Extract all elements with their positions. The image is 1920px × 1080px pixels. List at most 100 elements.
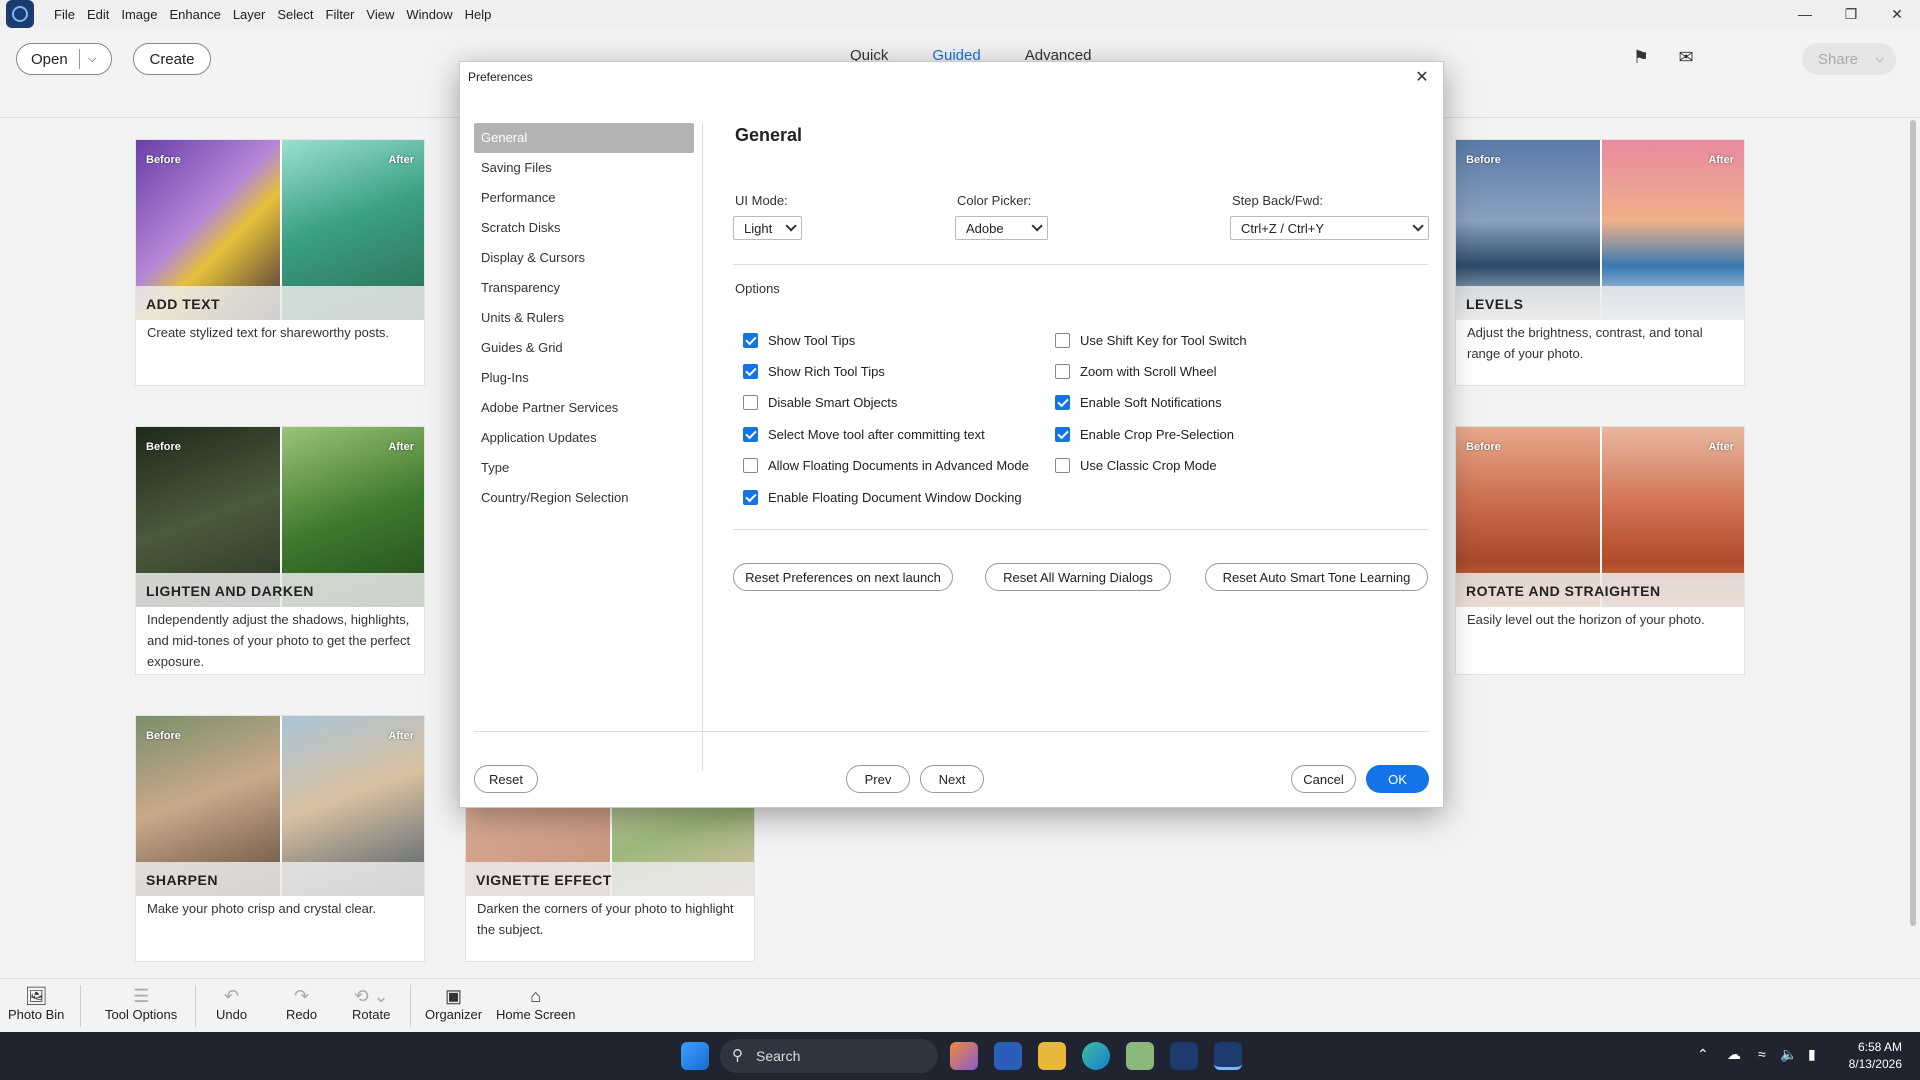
mail-icon[interactable]: ✉ [1675,47,1697,67]
sidebar-item-adobe-partner-services[interactable]: Adobe Partner Services [474,393,694,423]
checkbox[interactable] [743,490,758,505]
checkbox[interactable] [1055,364,1070,379]
menu-enhance[interactable]: Enhance [164,7,227,22]
checkbox[interactable] [1055,427,1070,442]
chevron-down-icon[interactable]: ⌵ [80,53,96,66]
checkbox[interactable] [1055,395,1070,410]
create-button[interactable]: Create [133,43,211,75]
share-button[interactable]: Share ⌵ [1802,43,1896,75]
reset-warning-dialogs-button[interactable]: Reset All Warning Dialogs [985,563,1171,591]
ok-button[interactable]: OK [1366,765,1429,793]
next-button[interactable]: Next [920,765,984,793]
ui-mode-select[interactable]: Light [733,216,802,240]
option-zoom-scroll-wheel[interactable]: Zoom with Scroll Wheel [1055,364,1217,379]
card-image: Before After LEVELS [1456,140,1744,320]
clock-time: 6:58 AM [1857,1040,1902,1054]
taskbar-clock[interactable]: 6:58 AM 8/13/2026 [1849,1039,1902,1073]
taskbar-search[interactable]: ⚲ Search [720,1039,938,1073]
menu-layer[interactable]: Layer [227,7,272,22]
photo-bin-button[interactable]: 🖼 Photo Bin [8,985,64,1023]
rotate-button[interactable]: ⟲ ⌄ Rotate [352,985,390,1023]
divider [733,264,1428,265]
sidebar-item-plug-ins[interactable]: Plug-Ins [474,363,694,393]
sidebar-item-performance[interactable]: Performance [474,183,694,213]
sidebar-item-country-region[interactable]: Country/Region Selection [474,483,694,513]
menu-select[interactable]: Select [271,7,319,22]
checkbox[interactable] [743,395,758,410]
copilot-icon[interactable] [950,1042,978,1070]
redo-button[interactable]: ↷ Redo [286,985,317,1023]
option-enable-crop-preselection[interactable]: Enable Crop Pre-Selection [1055,427,1234,442]
sidebar-item-scratch-disks[interactable]: Scratch Disks [474,213,694,243]
open-button[interactable]: Open ⌵ [16,43,112,75]
sidebar-item-type[interactable]: Type [474,453,694,483]
prev-button[interactable]: Prev [846,765,910,793]
undo-button[interactable]: ↶ Undo [216,985,247,1023]
home-icon: ⌂ [530,985,542,1006]
before-tag: Before [146,441,181,453]
sidebar-item-general[interactable]: General [474,123,694,153]
checkbox[interactable] [743,333,758,348]
menu-file[interactable]: File [48,7,81,22]
vertical-scrollbar[interactable] [1910,120,1916,926]
close-window-icon[interactable]: ✕ [1874,0,1920,28]
checkbox[interactable] [1055,333,1070,348]
reset-smart-tone-button[interactable]: Reset Auto Smart Tone Learning [1205,563,1428,591]
organizer-app-icon[interactable] [1170,1042,1198,1070]
option-show-tool-tips[interactable]: Show Tool Tips [743,333,855,348]
menu-edit[interactable]: Edit [81,7,115,22]
checkbox[interactable] [1055,458,1070,473]
close-icon[interactable]: ✕ [1411,66,1433,88]
organizer-button[interactable]: ▣ Organizer [425,985,482,1023]
option-show-rich-tool-tips[interactable]: Show Rich Tool Tips [743,364,885,379]
card-rotate-straighten[interactable]: Before After ROTATE AND STRAIGHTEN Easil… [1455,426,1745,675]
edge-icon[interactable] [1082,1042,1110,1070]
home-screen-button[interactable]: ⌂ Home Screen [496,985,575,1023]
menu-filter[interactable]: Filter [320,7,361,22]
menu-window[interactable]: Window [400,7,458,22]
option-use-shift-key[interactable]: Use Shift Key for Tool Switch [1055,333,1247,348]
card-levels[interactable]: Before After LEVELS Adjust the brightnes… [1455,139,1745,386]
tool-options-button[interactable]: ☰ Tool Options [105,985,177,1023]
sidebar-item-application-updates[interactable]: Application Updates [474,423,694,453]
photos-app-icon[interactable] [1126,1042,1154,1070]
file-explorer-icon[interactable] [1038,1042,1066,1070]
checkbox[interactable] [743,458,758,473]
checkbox[interactable] [743,364,758,379]
reset-button[interactable]: Reset [474,765,538,793]
windows-start-icon[interactable] [681,1042,709,1070]
checkbox[interactable] [743,427,758,442]
battery-icon[interactable]: ▮ [1808,1046,1816,1063]
restore-icon[interactable]: ❐ [1828,0,1874,28]
sidebar-item-units-rulers[interactable]: Units & Rulers [474,303,694,333]
cancel-button[interactable]: Cancel [1291,765,1356,793]
redo-icon: ↷ [293,985,310,1006]
cloud-icon[interactable]: ☁ [1727,1046,1741,1063]
step-back-select[interactable]: Ctrl+Z / Ctrl+Y [1230,216,1429,240]
volume-icon[interactable]: 🔈 [1780,1046,1797,1063]
color-picker-select[interactable]: Adobe [955,216,1048,240]
feedback-icon[interactable]: ⚑ [1630,47,1652,67]
card-lighten-darken[interactable]: Before After LIGHTEN AND DARKEN Independ… [135,426,425,675]
sidebar-item-saving-files[interactable]: Saving Files [474,153,694,183]
minimize-icon[interactable]: — [1782,0,1828,28]
option-enable-floating-docking[interactable]: Enable Floating Document Window Docking [743,490,1022,505]
reset-preferences-button[interactable]: Reset Preferences on next launch [733,563,953,591]
menu-image[interactable]: Image [115,7,163,22]
photoshop-elements-app-icon[interactable] [1214,1042,1242,1070]
sidebar-item-guides-grid[interactable]: Guides & Grid [474,333,694,363]
option-enable-soft-notifications[interactable]: Enable Soft Notifications [1055,395,1222,410]
option-disable-smart-objects[interactable]: Disable Smart Objects [743,395,897,410]
chevron-up-icon[interactable]: ⌃ [1697,1046,1709,1063]
card-sharpen[interactable]: Before After SHARPEN Make your photo cri… [135,715,425,962]
menu-view[interactable]: View [360,7,400,22]
wifi-icon[interactable]: ≈ [1758,1046,1766,1062]
sidebar-item-transparency[interactable]: Transparency [474,273,694,303]
option-allow-floating-documents[interactable]: Allow Floating Documents in Advanced Mod… [743,458,1029,473]
sidebar-item-display-cursors[interactable]: Display & Cursors [474,243,694,273]
word-icon[interactable] [994,1042,1022,1070]
option-select-move-tool[interactable]: Select Move tool after committing text [743,427,985,442]
card-add-text[interactable]: Before After ADD TEXT Create stylized te… [135,139,425,386]
menu-help[interactable]: Help [459,7,498,22]
option-use-classic-crop[interactable]: Use Classic Crop Mode [1055,458,1217,473]
